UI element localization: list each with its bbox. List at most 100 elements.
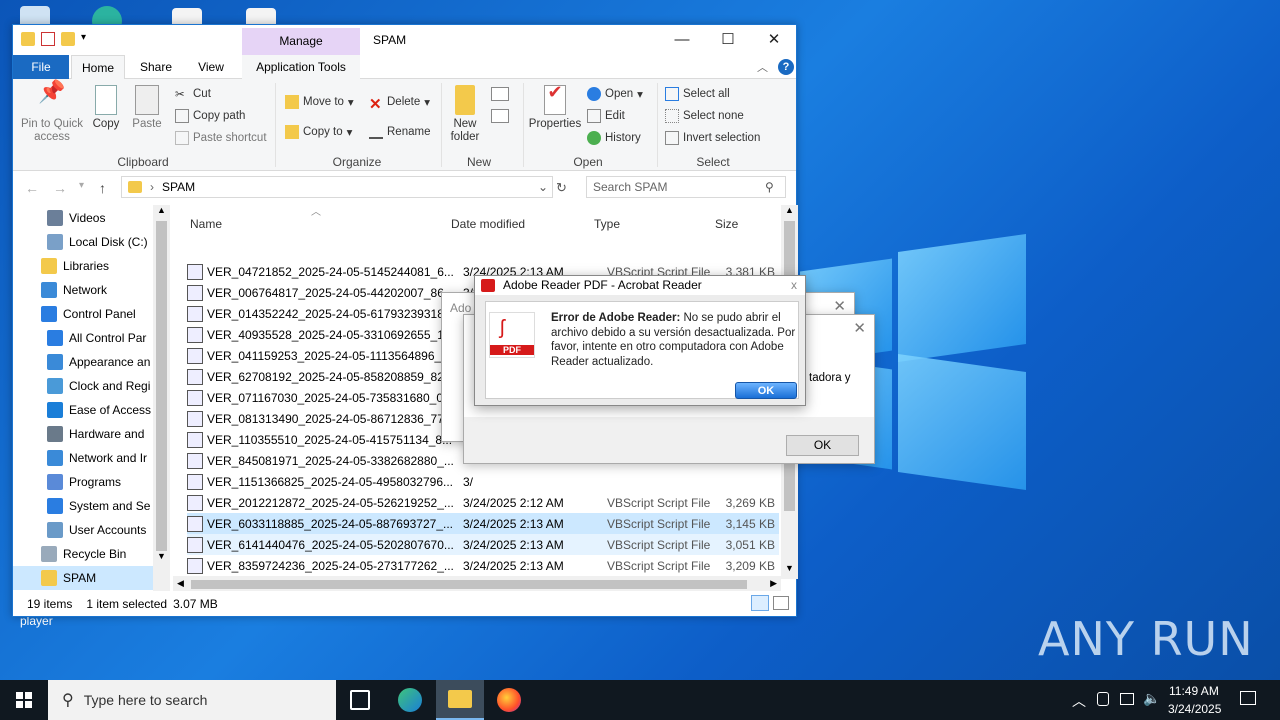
properties-icon[interactable] xyxy=(41,32,55,46)
column-type[interactable]: Type xyxy=(594,217,620,231)
nav-scrollbar[interactable]: ▲ ▼ xyxy=(153,205,170,593)
manage-tab[interactable]: Manage xyxy=(242,28,360,55)
paste-button[interactable]: Paste xyxy=(129,85,165,131)
nav-item-all-control-par[interactable]: All Control Par xyxy=(13,326,153,350)
nav-item-control-panel[interactable]: Control Panel xyxy=(13,302,153,326)
edit-button[interactable]: Edit xyxy=(587,109,625,123)
tray-chevron-icon[interactable]: ︿ xyxy=(1072,691,1086,711)
recent-chevron-icon[interactable]: ▾ xyxy=(79,180,84,191)
scroll-down-icon[interactable]: ▼ xyxy=(781,563,798,579)
history-button[interactable]: History xyxy=(587,131,641,145)
network-tray-icon[interactable] xyxy=(1120,693,1134,705)
clock-time[interactable]: 11:49 AM xyxy=(1169,684,1219,698)
nav-item-user-accounts[interactable]: User Accounts xyxy=(13,518,153,542)
invert-selection-button[interactable]: Invert selection xyxy=(665,131,760,145)
scroll-thumb[interactable] xyxy=(156,221,167,551)
delete-button[interactable]: ✕ Delete ▾ xyxy=(369,95,430,113)
copy-path-button[interactable]: Copy path xyxy=(175,109,245,123)
nav-item-label: Recycle Bin xyxy=(63,547,127,561)
copy-button[interactable]: Copy xyxy=(89,85,123,131)
h-scroll-thumb[interactable] xyxy=(191,580,747,589)
volume-tray-icon[interactable]: 🔈 xyxy=(1143,690,1160,707)
scroll-left-icon[interactable]: ◀ xyxy=(177,578,184,589)
security-tray-icon[interactable] xyxy=(1097,692,1109,706)
select-none-button[interactable]: Select none xyxy=(665,109,744,123)
taskbar-search[interactable]: ⚲ Type here to search xyxy=(48,680,336,720)
folder-icon[interactable] xyxy=(21,32,35,46)
scroll-down-icon[interactable]: ▼ xyxy=(153,551,170,567)
maximize-button[interactable]: ☐ xyxy=(705,25,751,55)
scroll-right-icon[interactable]: ▶ xyxy=(770,578,777,589)
large-icons-view-icon[interactable] xyxy=(773,596,789,610)
background-dialog-close-icon[interactable]: ✕ xyxy=(853,319,866,337)
close-button[interactable]: ✕ xyxy=(751,25,797,55)
scroll-up-icon[interactable]: ▲ xyxy=(781,205,798,221)
nav-item-system-and-se[interactable]: System and Se xyxy=(13,494,153,518)
nav-item-videos[interactable]: Videos xyxy=(13,206,153,230)
background-dialog-close-icon[interactable]: ✕ xyxy=(833,297,846,315)
clock-date[interactable]: 3/24/2025 xyxy=(1168,702,1221,716)
table-row[interactable]: VER_6033118885_2025-24-05-887693727_... 3… xyxy=(187,513,779,534)
tab-home[interactable]: Home xyxy=(71,55,125,80)
chevron-down-icon[interactable]: ▾ xyxy=(81,32,91,46)
notification-icon[interactable] xyxy=(1240,691,1256,705)
tab-share[interactable]: Share xyxy=(133,55,179,79)
tab-application-tools[interactable]: Application Tools xyxy=(242,55,360,79)
pin-to-quick-access-button[interactable]: 📌 Pin to Quick access xyxy=(17,81,87,144)
minimize-button[interactable]: — xyxy=(659,25,705,55)
tab-file[interactable]: File xyxy=(13,55,69,79)
column-date[interactable]: Date modified xyxy=(451,217,525,231)
easy-access-icon[interactable] xyxy=(491,109,509,123)
rename-button[interactable]: Rename xyxy=(369,125,430,139)
nav-item-programs[interactable]: Programs xyxy=(13,470,153,494)
properties-button[interactable]: ✔ Properties xyxy=(527,83,583,131)
cut-button[interactable]: ✂ Cut xyxy=(175,87,211,101)
copy-to-button[interactable]: Copy to ▾ xyxy=(285,125,352,139)
nav-item-network[interactable]: Network xyxy=(13,278,153,302)
address-bar[interactable]: › SPAM ⌄ xyxy=(121,176,553,198)
nav-item-network-and-ir[interactable]: Network and Ir xyxy=(13,446,153,470)
nav-item-ease-of-access[interactable]: Ease of Access xyxy=(13,398,153,422)
ok-button[interactable]: OK xyxy=(735,382,797,399)
forward-arrow-icon[interactable]: → xyxy=(53,180,67,196)
nav-item-clock-and-regi[interactable]: Clock and Regi xyxy=(13,374,153,398)
table-row[interactable]: VER_8359724236_2025-24-05-273177262_... 3… xyxy=(187,555,779,576)
edge-taskbar-icon[interactable] xyxy=(398,688,422,712)
firefox-taskbar-icon[interactable] xyxy=(497,688,521,712)
new-folder-button[interactable]: New folder xyxy=(445,85,485,144)
select-all-button[interactable]: Select all xyxy=(665,87,730,101)
back-arrow-icon[interactable]: ← xyxy=(25,180,39,196)
column-size[interactable]: Size xyxy=(715,217,738,231)
dialog-close-icon[interactable]: x xyxy=(791,276,797,295)
paste-shortcut-button[interactable]: Paste shortcut xyxy=(175,131,267,145)
nav-item-label: User Accounts xyxy=(69,523,147,537)
address-dropdown-icon[interactable]: ⌄ xyxy=(538,180,548,194)
scroll-up-icon[interactable]: ▲ xyxy=(153,205,170,221)
task-view-icon[interactable] xyxy=(350,690,370,710)
nav-item-recycle-bin[interactable]: Recycle Bin xyxy=(13,542,153,566)
collapse-ribbon-icon[interactable]: ︿ xyxy=(757,59,768,75)
table-row[interactable]: VER_2012212872_2025-24-05-526219252_... 3… xyxy=(187,492,779,513)
new-folder-icon[interactable] xyxy=(61,32,75,46)
details-view-icon[interactable] xyxy=(751,595,769,611)
new-item-icon[interactable] xyxy=(491,87,509,101)
paste-shortcut-icon xyxy=(175,131,189,145)
help-icon[interactable]: ? xyxy=(778,59,794,75)
table-row[interactable]: VER_6141440476_2025-24-05-5202807670... 3… xyxy=(187,534,779,555)
background-ok-button[interactable]: OK xyxy=(786,435,859,456)
move-to-button[interactable]: Move to ▾ xyxy=(285,95,354,109)
open-button[interactable]: Open ▾ xyxy=(587,87,643,101)
explorer-taskbar-button[interactable] xyxy=(436,680,484,720)
refresh-icon[interactable]: ↻ xyxy=(556,180,567,196)
nav-item-spam[interactable]: SPAM xyxy=(13,566,153,590)
nav-item-local-disk-c[interactable]: Local Disk (C:) xyxy=(13,230,153,254)
nav-item-libraries[interactable]: Libraries xyxy=(13,254,153,278)
nav-item-hardware-and[interactable]: Hardware and xyxy=(13,422,153,446)
up-arrow-icon[interactable]: ↑ xyxy=(99,180,106,196)
column-name[interactable]: Name xyxy=(190,217,222,231)
search-input[interactable]: Search SPAM xyxy=(586,176,786,198)
table-row[interactable]: VER_1151366825_2025-24-05-4958032796... 3… xyxy=(187,471,779,492)
start-button[interactable] xyxy=(0,680,48,720)
tab-view[interactable]: View xyxy=(189,55,233,79)
nav-item-appearance-an[interactable]: Appearance an xyxy=(13,350,153,374)
